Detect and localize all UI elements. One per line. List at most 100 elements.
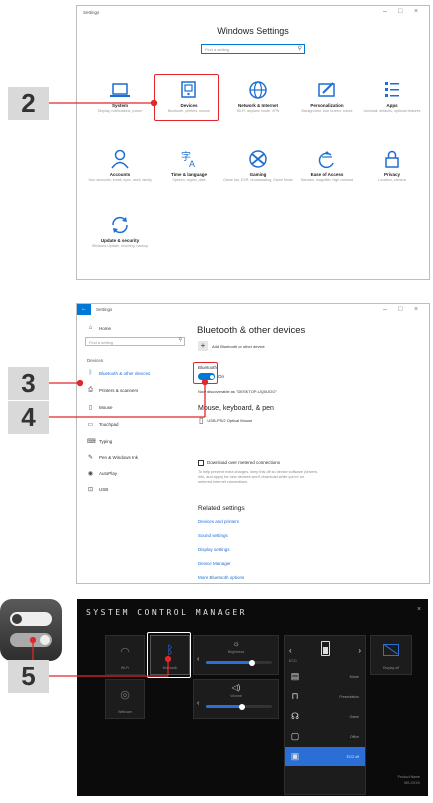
minimize-icon[interactable]: – [383,306,387,313]
search-icon: ⚲ [297,46,302,52]
maximize-icon[interactable]: □ [398,306,402,313]
link-device-manager[interactable]: Device Manager [198,561,231,566]
related-settings-heading: Related settings [198,505,245,512]
lock-icon [357,148,427,170]
sidebar-item-bluetooth[interactable]: ᛒ Bluetooth & other devices [87,370,151,376]
touchpad-icon: ▭ [87,422,94,428]
minimize-icon[interactable]: – [383,8,387,15]
sidebar-item-label: Pen & Windows Ink [99,455,139,460]
mode-office[interactable]: ▢ Office [285,727,365,746]
link-display-settings[interactable]: Display settings [198,547,230,552]
maximize-icon[interactable]: □ [398,8,402,15]
close-icon[interactable]: × [414,306,418,313]
devices-highlight [154,74,219,121]
volume-label: Volume [230,694,242,698]
volume-decrease[interactable]: ‹ [197,700,199,707]
keyboard-icon: ⌨ [87,439,96,445]
tile-description: Background, lock screen, colors [301,109,353,113]
tile-wifi[interactable]: ◠ Wi-Fi [105,635,145,675]
sidebar-search-input[interactable]: Find a setting ⚲ [85,337,185,346]
link-sound-settings[interactable]: Sound settings [198,533,228,538]
tile-network[interactable]: Network & Internet Wi-Fi, airplane mode,… [223,79,293,114]
tile-display-off[interactable]: Display off [370,635,412,675]
sidebar-item-autoplay[interactable]: ◉ AutoPlay [87,470,117,477]
mode-label: Office [349,734,359,739]
mode-movie[interactable]: ▤ Movie [285,667,365,686]
home-icon: ⌂ [88,325,93,331]
model-number: MS-XXXX [404,781,420,785]
eco-icon: ▣ [290,751,300,761]
personalization-icon [292,79,362,101]
metered-checkbox[interactable] [198,460,204,466]
apps-icon [357,79,427,101]
brightness-decrease[interactable]: ‹ [197,656,199,663]
step-badge-5: 5 [8,660,49,693]
system-control-manager-screenshot: SYSTEM CONTROL MANAGER × ◠ Wi-Fi ᛒ Bluet… [77,599,428,796]
close-icon[interactable]: × [414,8,418,15]
sidebar-item-usb[interactable]: ⊡ USB [87,486,108,493]
volume-knob[interactable] [239,703,246,710]
sidebar-item-mouse[interactable]: ▯ Mouse [87,404,113,411]
update-icon [85,214,155,236]
mode-prev-icon[interactable]: ‹ [289,646,292,655]
mouse-icon: ▯ [88,405,93,411]
tile-label: Webcam [118,710,132,714]
sidebar-item-label: Printers & scanners [99,388,139,393]
mode-game[interactable]: ☊ Game [285,707,365,726]
brightness-slider[interactable] [206,659,272,666]
webcam-icon: ◎ [120,689,130,701]
tile-label: Accounts [109,172,131,177]
tile-description: Location, camera [378,178,406,182]
tile-system[interactable]: System Display, notifications, power [85,79,155,114]
sidebar-item-printers[interactable]: ⎙ Printers & scanners [87,387,138,394]
link-more-bluetooth[interactable]: More Bluetooth options [198,575,244,580]
page-title: Bluetooth & other devices [197,325,306,336]
sidebar-item-home[interactable]: ⌂ Home [87,325,111,331]
mode-label: ECO off [346,754,359,759]
window-title: Settings [83,10,100,15]
svg-text:A: A [189,159,195,169]
bluetooth-settings-screenshot: ← Settings – □ × ⌂ Home Find a setting ⚲ … [76,303,430,584]
mouse-device-item[interactable]: ▯ USB-PS/2 Optical Mouse [199,416,252,425]
mode-presentation[interactable]: ⊓ Presentation [285,687,365,706]
windows-settings-screenshot: Settings – □ × Windows Settings Find a s… [76,5,430,280]
mode-eco-off[interactable]: ▣ ECO off [285,747,365,766]
search-placeholder: Find a setting [205,47,230,52]
tile-personalization[interactable]: Personalization Background, lock screen,… [292,79,362,114]
back-icon[interactable]: ← [77,304,91,315]
scm-title: SYSTEM CONTROL MANAGER [86,608,247,617]
brightness-knob[interactable] [249,659,256,666]
volume-slider[interactable] [206,703,272,710]
tile-time-language[interactable]: 字A Time & language Speech, region, date [154,148,224,183]
sidebar-item-touchpad[interactable]: ▭ Touchpad [87,421,119,428]
scm-app-icon [0,599,62,661]
tile-update-security[interactable]: Update & security Windows Update, recove… [85,214,155,249]
add-device-button[interactable]: + Add Bluetooth or other device [198,341,265,351]
tile-gaming[interactable]: Gaming Game bar, DVR, broadcasting, Game… [223,148,293,183]
sidebar-item-typing[interactable]: ⌨ Typing [87,438,112,445]
search-input[interactable]: Find a setting ⚲ [201,44,305,54]
person-icon [85,148,155,170]
mode-next-icon[interactable]: › [358,646,361,655]
tile-privacy[interactable]: Privacy Location, camera [357,148,427,183]
tile-apps[interactable]: Apps Uninstall, defaults, optional featu… [357,79,427,114]
brightness-icon: ☼ [232,639,240,648]
tile-label: Update & security [100,238,140,243]
add-device-label: Add Bluetooth or other device [212,343,265,349]
printer-icon: ⎙ [88,387,93,393]
metered-label: Download over metered connections [207,460,281,465]
tile-label: Privacy [383,172,400,177]
tile-description: Speech, region, date [172,178,206,182]
tile-label: Display off [382,666,400,670]
tile-label: Time & language [171,172,207,177]
tile-webcam[interactable]: ◎ Webcam [105,679,145,719]
close-icon[interactable]: × [417,606,421,613]
page-title: Windows Settings [217,26,289,36]
sidebar-item-pen[interactable]: ✎ Pen & Windows Ink [87,454,138,461]
tile-ease-of-access[interactable]: Ease of Access Narrator, magnifier, high… [292,148,362,183]
laptop-icon [85,79,155,101]
tile-label: Ease of Access [310,172,344,177]
link-devices-printers[interactable]: Devices and printers [198,519,239,524]
tile-accounts[interactable]: Accounts Your accounts, email, sync, wor… [85,148,155,183]
tile-description: Windows Update, recovery, backup [91,244,149,248]
